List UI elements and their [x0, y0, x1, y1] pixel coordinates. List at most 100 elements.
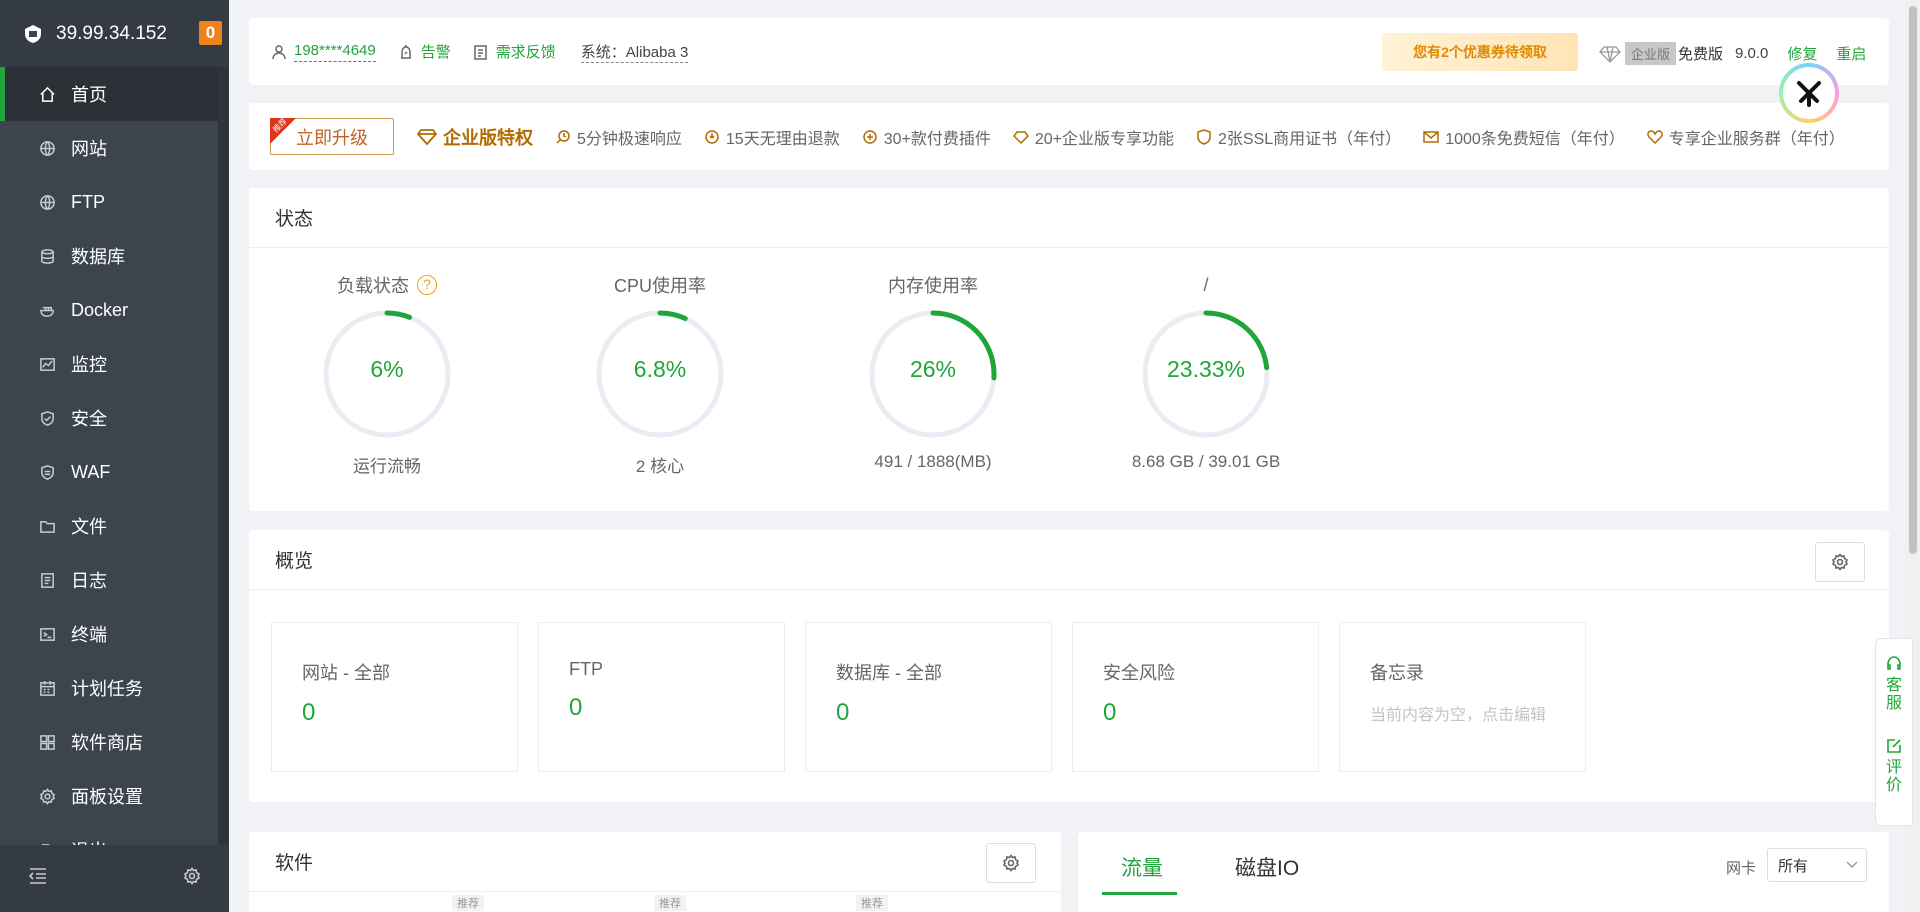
system-info[interactable]: 系统：Alibaba 3: [580, 41, 689, 63]
feature-plugins: 30+款付费插件: [862, 125, 991, 149]
sidebar-nav: 首页 网站 FTP 数据库 Docker 监控 安全 WAF 文件 日志 终端 …: [0, 67, 229, 845]
traffic-card: 流量 磁盘IO 网卡 所有: [1078, 832, 1889, 912]
sidebar-item-files[interactable]: 文件: [0, 499, 229, 553]
sidebar-item-security[interactable]: 安全: [0, 391, 229, 445]
upgrade-button[interactable]: 推荐 立即升级: [270, 117, 394, 155]
notification-badge[interactable]: 0: [199, 21, 222, 45]
sidebar-item-monitor[interactable]: 监控: [0, 337, 229, 391]
rate-button[interactable]: 评 价: [1885, 737, 1903, 795]
sidebar-item-terminal[interactable]: 终端: [0, 607, 229, 661]
feature-label: 5分钟极速响应: [577, 130, 682, 148]
gear-icon: [38, 787, 56, 805]
folder-icon: [38, 517, 56, 535]
sidebar-item-label: 网站: [71, 139, 107, 159]
sidebar-footer: [0, 845, 229, 912]
gauge-memory[interactable]: 内存使用率 26% 491 / 1888(MB): [833, 272, 1033, 472]
sidebar-item-logs[interactable]: 日志: [0, 553, 229, 607]
repair-link[interactable]: 修复: [1787, 43, 1817, 64]
floating-service-panel: 客 服 评 价: [1875, 638, 1913, 826]
chevron-down-icon: [1846, 861, 1858, 868]
overview-box-title: 网站 - 全部: [302, 663, 390, 683]
feedback-label: 需求反馈: [495, 44, 556, 61]
database-icon: [38, 247, 56, 265]
gauge-cpu[interactable]: CPU使用率 6.8% 2 核心: [560, 272, 760, 477]
nic-select[interactable]: 所有: [1767, 848, 1867, 882]
feature-label: 30+款付费插件: [883, 130, 991, 148]
panel-logo-icon: [22, 23, 44, 45]
gauge-subtext: 8.68 GB / 39.01 GB: [1131, 452, 1281, 471]
user-icon: [272, 44, 286, 59]
sidebar-item-database[interactable]: 数据库: [0, 229, 229, 283]
service-char: 客: [1885, 677, 1902, 694]
gauge-load[interactable]: 负载状态? 6% 运行流畅: [287, 272, 487, 477]
alarm-icon: [400, 44, 411, 59]
server-ip[interactable]: 39.99.34.152: [56, 23, 167, 45]
sidebar-item-logout[interactable]: 退出: [0, 823, 229, 845]
page-scrollbar-thumb[interactable]: [1909, 6, 1917, 554]
floating-assistant-avatar[interactable]: [1779, 63, 1839, 123]
overview-websites[interactable]: 网站 - 全部 0: [271, 622, 518, 772]
heart-icon: [1647, 129, 1663, 144]
collapse-menu-icon[interactable]: [28, 867, 48, 890]
feedback-link[interactable]: 需求反馈: [473, 41, 556, 62]
sidebar-item-label: 面板设置: [71, 787, 143, 807]
feature-label: 15天无理由退款: [725, 130, 840, 148]
sidebar-item-cron[interactable]: 计划任务: [0, 661, 229, 715]
nic-label: 网卡: [1726, 860, 1757, 877]
sidebar-item-website[interactable]: 网站: [0, 121, 229, 175]
sidebar-header: 39.99.34.152 0: [0, 0, 229, 67]
alarm-link[interactable]: 告警: [398, 41, 451, 62]
overview-memo[interactable]: 备忘录 当前内容为空，点击编辑: [1339, 622, 1586, 772]
overview-ftp[interactable]: FTP 0: [538, 622, 785, 772]
restart-link[interactable]: 重启: [1836, 43, 1866, 64]
sidebar-item-home[interactable]: 首页: [0, 67, 229, 121]
sidebar-item-label: 终端: [71, 625, 107, 645]
shield-icon: [38, 409, 56, 427]
coupon-banner[interactable]: 您有2个优惠券待领取: [1382, 33, 1578, 71]
sidebar-item-label: 文件: [71, 517, 107, 537]
sidebar-item-store[interactable]: 软件商店: [0, 715, 229, 769]
feedback-icon: [474, 44, 487, 60]
overview-settings-button[interactable]: [1815, 542, 1865, 582]
user-account[interactable]: 198****4649: [271, 42, 376, 62]
feature-label: 专享企业服务群（年付）: [1668, 130, 1845, 148]
crown-diamond-icon: [417, 128, 437, 145]
enterprise-privilege-label: 企业版特权: [443, 127, 533, 148]
sidebar-item-waf[interactable]: WAF: [0, 445, 229, 499]
overview-box-value: 0: [1103, 699, 1117, 726]
sidebar-item-settings[interactable]: 面板设置: [0, 769, 229, 823]
memo-placeholder[interactable]: 当前内容为空，点击编辑: [1370, 701, 1560, 725]
recommend-tag: 推荐: [654, 895, 686, 911]
mail-icon: [1423, 130, 1439, 143]
overview-databases[interactable]: 数据库 - 全部 0: [805, 622, 1052, 772]
customer-service-button[interactable]: 客 服: [1885, 655, 1903, 713]
sidebar-item-docker[interactable]: Docker: [0, 283, 229, 337]
memo-title: 备忘录: [1370, 663, 1424, 683]
gauge-subtext: 491 / 1888(MB): [874, 452, 992, 471]
top-bar: 198****4649 告警 需求反馈 系统：Alibaba 3 您有2个优惠券…: [249, 18, 1889, 85]
tab-disk-io[interactable]: 磁盘IO: [1235, 852, 1299, 882]
overview-box-value: 0: [836, 699, 850, 726]
help-icon[interactable]: ?: [417, 275, 437, 295]
overview-title: 概览: [249, 530, 1889, 590]
sidebar-item-label: 退出: [71, 837, 107, 845]
gauge-disk[interactable]: / 23.33% 8.68 GB / 39.01 GB: [1106, 272, 1306, 472]
sidebar-gear-icon[interactable]: [183, 867, 201, 890]
software-settings-button[interactable]: [986, 843, 1036, 883]
service-char: 服: [1885, 695, 1902, 712]
overview-box-value: 0: [569, 694, 583, 721]
refund-icon: [705, 129, 719, 144]
sidebar-item-ftp[interactable]: FTP: [0, 175, 229, 229]
sidebar-scrollbar[interactable]: [218, 67, 229, 845]
upgrade-bar: 推荐 立即升级 企业版特权 5分钟极速响应 15天无理由退款 30+款付费插件 …: [249, 103, 1889, 170]
sidebar-item-label: FTP: [71, 191, 105, 212]
tab-traffic[interactable]: 流量: [1121, 852, 1163, 882]
monitor-icon: [38, 355, 56, 373]
edit-icon: [1887, 739, 1901, 753]
gauge-value: 23.33%: [1166, 356, 1245, 382]
enterprise-tag[interactable]: 企业版: [1625, 42, 1677, 65]
sidebar-item-label: Docker: [71, 299, 129, 320]
feature-label: 2张SSL商用证书（年付）: [1218, 130, 1402, 148]
overview-security-risk[interactable]: 安全风险 0: [1072, 622, 1319, 772]
user-phone[interactable]: 198****4649: [294, 42, 376, 62]
